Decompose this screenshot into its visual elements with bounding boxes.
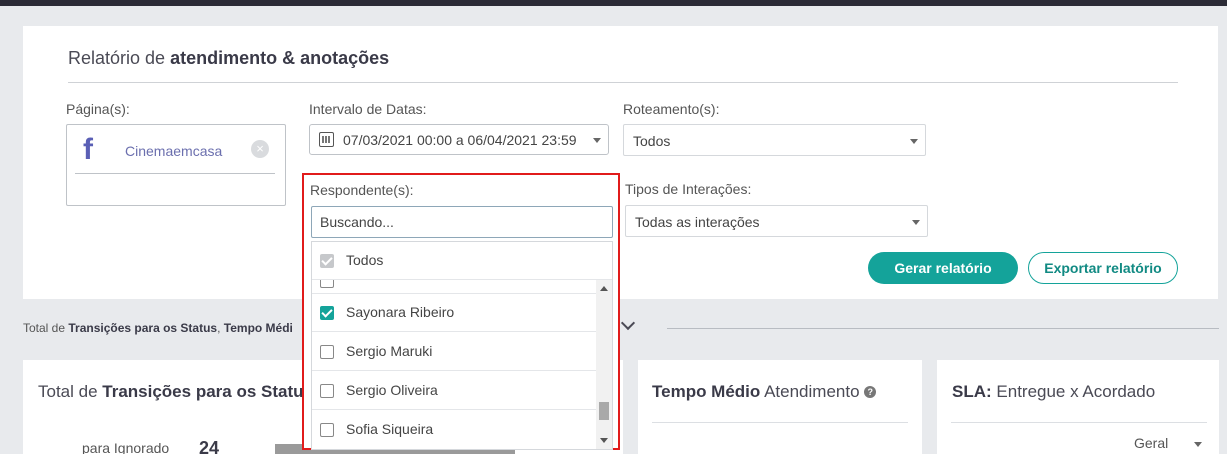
list-scrollbar[interactable] (596, 280, 612, 449)
checkbox-icon[interactable] (320, 280, 334, 288)
pages-label: Página(s): (66, 101, 130, 117)
chevron-down-icon[interactable] (1194, 442, 1202, 447)
calendar-icon (319, 132, 334, 147)
avg-time-card-title: Tempo Médio Atendimento ? (652, 382, 877, 402)
option-label: Todos (346, 252, 384, 268)
pages-divider (75, 173, 275, 174)
interaction-types-select[interactable]: Todas as interações (625, 205, 928, 237)
scroll-up-icon[interactable] (600, 286, 608, 291)
option-label: Sergio Oliveira (346, 382, 438, 398)
routing-value: Todos (633, 133, 671, 149)
card-divider (652, 422, 908, 423)
card-divider (951, 422, 1207, 423)
page-name: Cinemaemcasa (125, 143, 223, 159)
top-bar (0, 0, 1227, 6)
checkbox-icon[interactable] (320, 254, 334, 268)
transition-row-label: para Ignorado (82, 440, 170, 454)
respondents-label: Respondente(s): (310, 182, 414, 198)
option-sofia-siqueira[interactable]: Sofia Siqueira (312, 411, 596, 449)
remove-page-icon[interactable]: × (251, 140, 269, 158)
option-label: Sayonara Ribeiro (346, 304, 455, 320)
date-range-label: Intervalo de Datas: (309, 101, 427, 117)
chevron-down-icon (910, 139, 918, 144)
option-all[interactable]: Todos (312, 242, 612, 280)
date-range-value: 07/03/2021 00:00 a 06/04/2021 23:59 (343, 132, 577, 148)
respondents-search-input[interactable]: Buscando... (311, 206, 613, 238)
title-divider (68, 82, 1178, 83)
interaction-types-label: Tipos de Interações: (625, 181, 752, 197)
list-item[interactable] (312, 280, 596, 294)
pages-select[interactable]: f Cinemaemcasa × (66, 124, 286, 206)
scrollbar-thumb[interactable] (599, 402, 609, 420)
avg-time-card: Tempo Médio Atendimento ? (638, 360, 922, 454)
respondents-filter: Respondente(s): Buscando... Todos Sayona… (302, 173, 620, 450)
transition-row-value: 24 (199, 438, 220, 454)
transitions-card-title: Total de Transições para os Status (38, 382, 313, 401)
report-filter-panel: Relatório de atendimento & anotações Pág… (23, 26, 1218, 299)
checkbox-icon[interactable] (320, 384, 334, 398)
option-sergio-oliveira[interactable]: Sergio Oliveira (312, 372, 596, 410)
generate-report-button[interactable]: Gerar relatório (868, 252, 1018, 284)
chevron-down-icon (593, 138, 601, 143)
help-icon[interactable]: ? (864, 386, 877, 398)
facebook-icon: f (83, 133, 93, 166)
sla-select[interactable]: Geral (1134, 435, 1168, 451)
chevron-down-icon[interactable] (620, 315, 636, 331)
routing-label: Roteamento(s): (623, 101, 720, 117)
option-label: Sergio Maruki (346, 343, 433, 359)
option-sergio-maruki[interactable]: Sergio Maruki (312, 333, 596, 371)
option-label: Sofia Siqueira (346, 421, 434, 437)
checkbox-icon[interactable] (320, 423, 334, 437)
export-report-button[interactable]: Exportar relatório (1028, 252, 1178, 284)
checkbox-checked-icon[interactable] (320, 306, 334, 320)
date-range-picker[interactable]: 07/03/2021 00:00 a 06/04/2021 23:59 (309, 124, 609, 155)
chevron-down-icon (912, 220, 920, 225)
respondents-list: Todos Sayonara Ribeiro Sergio Maruki Ser… (311, 241, 613, 450)
routing-select[interactable]: Todos (623, 124, 926, 156)
interaction-types-value: Todas as interações (635, 214, 760, 230)
section-divider (667, 328, 1219, 329)
checkbox-icon[interactable] (320, 345, 334, 359)
option-sayonara-ribeiro[interactable]: Sayonara Ribeiro (312, 294, 596, 332)
scroll-down-icon[interactable] (600, 438, 608, 443)
page-title: Relatório de atendimento & anotações (68, 48, 390, 68)
sla-card: SLA: Entregue x Acordado Geral (937, 360, 1219, 454)
sla-card-title: SLA: Entregue x Acordado (952, 382, 1156, 401)
section-heading: Total de Transições para os Status, Temp… (23, 321, 293, 335)
